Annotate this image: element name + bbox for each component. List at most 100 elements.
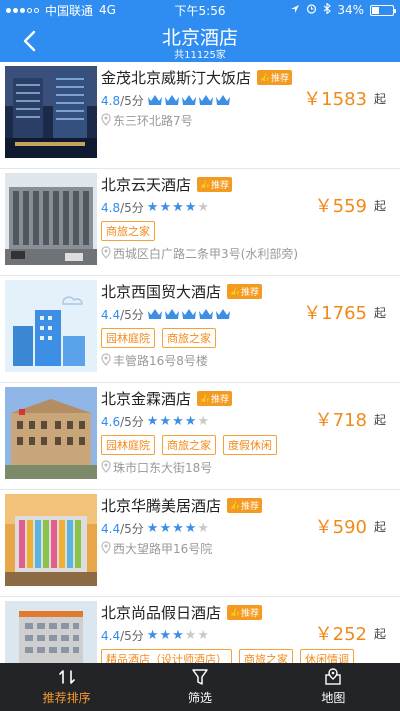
thumbs-up-icon: 👍 bbox=[230, 608, 240, 617]
location-pin-icon bbox=[101, 352, 111, 369]
hotel-address: 西城区白广路二条甲3号(水利部旁) bbox=[101, 245, 298, 262]
hotel-price: ￥1583 bbox=[303, 89, 367, 110]
star-rating-icon: ★ ★ ★ ★ ★ bbox=[146, 521, 210, 536]
hotel-photo bbox=[5, 66, 97, 158]
hotel-name: 北京西国贸大酒店 👍 推荐 bbox=[101, 281, 262, 302]
hotel-price: ￥718 bbox=[314, 410, 367, 431]
price-suffix: 起 bbox=[373, 306, 386, 320]
hotel-tag: 度假休闲 bbox=[223, 435, 277, 455]
hotel-photo bbox=[5, 494, 97, 586]
crown-rating-icon bbox=[147, 308, 231, 321]
hotel-rating: 4.8/5分 ★ ★ ★ ★ ★ bbox=[101, 200, 210, 216]
hotel-name: 北京云天酒店 👍 推荐 bbox=[101, 174, 232, 195]
price-suffix: 起 bbox=[373, 199, 386, 213]
hotel-tags: 园林庭院 商旅之家 bbox=[101, 328, 216, 348]
status-time: 下午5:56 bbox=[174, 3, 226, 18]
recommend-badge: 👍 推荐 bbox=[197, 177, 232, 192]
recommend-badge: 👍 推荐 bbox=[227, 284, 262, 299]
hotel-name: 北京尚品假日酒店 👍 推荐 bbox=[101, 602, 262, 623]
hotel-tag: 园林庭院 bbox=[101, 328, 155, 348]
hotel-tag: 休闲情调 bbox=[300, 649, 354, 663]
hotel-item[interactable]: 北京西国贸大酒店 👍 推荐 4.4/5分 园林庭院 商旅之家 丰管路16号8号楼 … bbox=[0, 276, 400, 383]
tab-filter-label: 筛选 bbox=[187, 691, 212, 705]
hotel-name: 金茂北京威斯汀大饭店 👍 推荐 bbox=[101, 67, 292, 88]
location-pin-icon bbox=[101, 459, 111, 476]
location-icon bbox=[290, 3, 300, 17]
tab-sort[interactable]: 推荐排序 bbox=[0, 663, 133, 711]
alarm-icon bbox=[306, 3, 317, 17]
location-pin-icon bbox=[101, 540, 111, 557]
map-pin-icon bbox=[325, 668, 342, 685]
filter-funnel-icon bbox=[192, 669, 208, 685]
nav-bar: 北京酒店 共11125家 bbox=[0, 20, 400, 62]
battery-icon bbox=[370, 4, 396, 16]
recommend-badge: 👍 推荐 bbox=[197, 391, 232, 406]
thumbs-up-icon: 👍 bbox=[200, 180, 210, 189]
star-rating-icon: ★ ★ ★ ★ ★ bbox=[146, 414, 210, 429]
bottom-tab-bar: 推荐排序 筛选 地图 bbox=[0, 663, 400, 711]
hotel-tag: 园林庭院 bbox=[101, 435, 155, 455]
hotel-photo bbox=[5, 173, 97, 265]
sort-arrows-icon bbox=[58, 670, 75, 684]
hotel-item[interactable]: 北京尚品假日酒店 👍 推荐 4.4/5分 ★ ★ ★ ★ ★ 精品酒店（设计师酒店） 商旅… bbox=[0, 597, 400, 663]
tab-filter[interactable]: 筛选 bbox=[133, 663, 266, 711]
hotel-name: 北京金霖酒店 👍 推荐 bbox=[101, 388, 232, 409]
thumbs-up-icon: 👍 bbox=[200, 394, 210, 403]
star-rating-icon: ★ ★ ★ ★ ★ bbox=[146, 200, 210, 215]
hotel-rating: 4.4/5分 ★ ★ ★ ★ ★ bbox=[101, 521, 210, 537]
hotel-tag: 商旅之家 bbox=[162, 328, 216, 348]
hotel-list: 金茂北京威斯汀大饭店 👍 推荐 4.8/5分 东三环北路7号 ￥1583 起 北… bbox=[0, 62, 400, 663]
hotel-address: 丰管路16号8号楼 bbox=[101, 352, 208, 369]
tab-map-label: 地图 bbox=[321, 691, 346, 705]
hotel-tag: 商旅之家 bbox=[162, 435, 216, 455]
hotel-photo bbox=[5, 601, 97, 663]
price-suffix: 起 bbox=[373, 413, 386, 427]
signal-icon bbox=[6, 7, 39, 13]
carrier-label: 中国联通 bbox=[45, 3, 94, 18]
hotel-rating: 4.8/5分 bbox=[101, 92, 231, 109]
price-suffix: 起 bbox=[373, 92, 386, 106]
hotel-item[interactable]: 金茂北京威斯汀大饭店 👍 推荐 4.8/5分 东三环北路7号 ￥1583 起 bbox=[0, 62, 400, 169]
crown-rating-icon bbox=[147, 94, 231, 107]
hotel-item[interactable]: 北京云天酒店 👍 推荐 4.8/5分 ★ ★ ★ ★ ★ 商旅之家 西城区白广路二条甲3号… bbox=[0, 169, 400, 276]
recommend-badge: 👍 推荐 bbox=[227, 605, 262, 620]
tab-map[interactable]: 地图 bbox=[267, 663, 400, 711]
tab-sort-label: 推荐排序 bbox=[42, 691, 91, 705]
hotel-price: ￥559 bbox=[314, 196, 367, 217]
price-suffix: 起 bbox=[373, 520, 386, 534]
hotel-price: ￥1765 bbox=[303, 303, 367, 324]
hotel-tags: 园林庭院 商旅之家 度假休闲 bbox=[101, 435, 277, 455]
hotel-item[interactable]: 北京华腾美居酒店 👍 推荐 4.4/5分 ★ ★ ★ ★ ★ 西大望路甲16号院 ￥590… bbox=[0, 490, 400, 597]
hotel-tag: 商旅之家 bbox=[101, 221, 155, 241]
hotel-address: 东三环北路7号 bbox=[101, 112, 193, 129]
network-label: 4G bbox=[99, 3, 116, 17]
hotel-address: 西大望路甲16号院 bbox=[101, 540, 212, 557]
hotel-item[interactable]: 北京金霖酒店 👍 推荐 4.6/5分 ★ ★ ★ ★ ★ 园林庭院 商旅之家 度假休闲 珠… bbox=[0, 383, 400, 490]
hotel-rating: 4.4/5分 ★ ★ ★ ★ ★ bbox=[101, 628, 210, 644]
hotel-rating: 4.6/5分 ★ ★ ★ ★ ★ bbox=[101, 414, 210, 430]
bluetooth-icon bbox=[323, 2, 332, 17]
thumbs-up-icon: 👍 bbox=[230, 287, 240, 296]
hotel-address: 珠市口东大街18号 bbox=[101, 459, 212, 476]
price-suffix: 起 bbox=[373, 627, 386, 641]
hotel-price: ￥590 bbox=[314, 517, 367, 538]
hotel-rating: 4.4/5分 bbox=[101, 306, 231, 323]
hotel-price: ￥252 bbox=[314, 624, 367, 645]
battery-percent: 34% bbox=[337, 3, 364, 17]
hotel-name: 北京华腾美居酒店 👍 推荐 bbox=[101, 495, 262, 516]
thumbs-up-icon: 👍 bbox=[260, 73, 270, 82]
status-bar: 中国联通 4G 下午5:56 34% bbox=[0, 0, 400, 20]
thumbs-up-icon: 👍 bbox=[230, 501, 240, 510]
location-pin-icon bbox=[101, 112, 111, 129]
recommend-badge: 👍 推荐 bbox=[227, 498, 262, 513]
location-pin-icon bbox=[101, 245, 111, 262]
hotel-tag: 商旅之家 bbox=[239, 649, 293, 663]
star-rating-icon: ★ ★ ★ ★ ★ bbox=[146, 628, 210, 643]
recommend-badge: 👍 推荐 bbox=[257, 70, 292, 85]
hotel-count: 共11125家 bbox=[174, 50, 226, 61]
hotel-tags: 精品酒店（设计师酒店） 商旅之家 休闲情调 bbox=[101, 649, 354, 663]
hotel-tag: 精品酒店（设计师酒店） bbox=[101, 649, 232, 663]
hotel-placeholder-image bbox=[5, 280, 97, 372]
hotel-photo bbox=[5, 387, 97, 479]
hotel-tags: 商旅之家 bbox=[101, 221, 155, 241]
